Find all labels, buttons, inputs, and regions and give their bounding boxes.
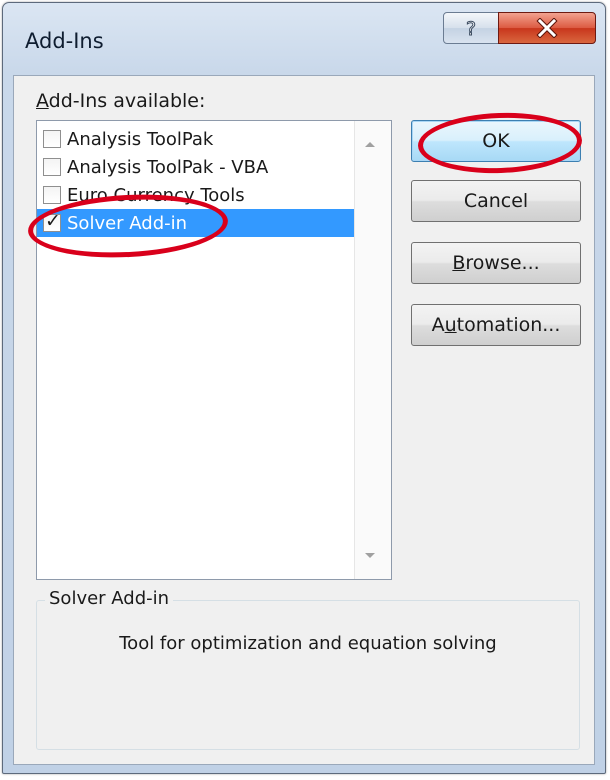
list-item-label: Analysis ToolPak - VBA <box>67 156 269 178</box>
add-ins-available-label: Add-Ins available: <box>36 90 206 112</box>
list-item-label: Analysis ToolPak <box>67 128 214 150</box>
description-title: Solver Add-in <box>45 588 174 609</box>
list-item-euro-currency-tools[interactable]: Euro Currency Tools <box>37 181 355 209</box>
list-item-label: Euro Currency Tools <box>67 184 245 206</box>
svg-text:?: ? <box>466 18 476 39</box>
automation-button[interactable]: Au tomation... <box>411 304 581 346</box>
close-button[interactable] <box>498 12 596 44</box>
scroll-down-icon[interactable] <box>365 553 375 558</box>
list-scrollbar[interactable] <box>354 121 391 579</box>
solver-add-in-checkbox[interactable]: ✓ <box>43 210 61 232</box>
description-text: Tool for optimization and equation solvi… <box>119 633 497 654</box>
list-item-label: Solver Add-in <box>67 212 188 234</box>
check-icon: ✓ <box>45 210 61 232</box>
dialog-body: Add-Ins available: Analysis ToolPak Anal… <box>13 75 595 765</box>
analysis-toolpak-checkbox[interactable] <box>43 130 61 148</box>
help-button[interactable]: ? <box>443 12 499 44</box>
help-icon: ? <box>465 18 476 40</box>
list-item-solver-add-in[interactable]: ✓ Solver Add-in <box>37 209 355 237</box>
list-item-analysis-toolpak-vba[interactable]: Analysis ToolPak - VBA <box>37 153 355 181</box>
description-group: Solver Add-in Tool for optimization and … <box>36 588 580 750</box>
list-item-analysis-toolpak[interactable]: Analysis ToolPak <box>37 125 355 153</box>
add-ins-dialog: Add-Ins ? Add-Ins available: Analysis To… <box>2 2 606 774</box>
title-bar[interactable]: Add-Ins ? <box>3 3 605 73</box>
scroll-up-icon[interactable] <box>365 142 375 147</box>
cancel-button[interactable]: Cancel <box>411 180 581 222</box>
euro-currency-tools-checkbox[interactable] <box>43 186 61 204</box>
close-icon <box>536 18 558 38</box>
ok-button[interactable]: OK <box>411 120 581 162</box>
analysis-toolpak-vba-checkbox[interactable] <box>43 158 61 176</box>
add-ins-list[interactable]: Analysis ToolPak Analysis ToolPak - VBA … <box>36 120 392 580</box>
dialog-title: Add-Ins <box>25 29 104 53</box>
browse-button[interactable]: Browse... <box>411 242 581 284</box>
